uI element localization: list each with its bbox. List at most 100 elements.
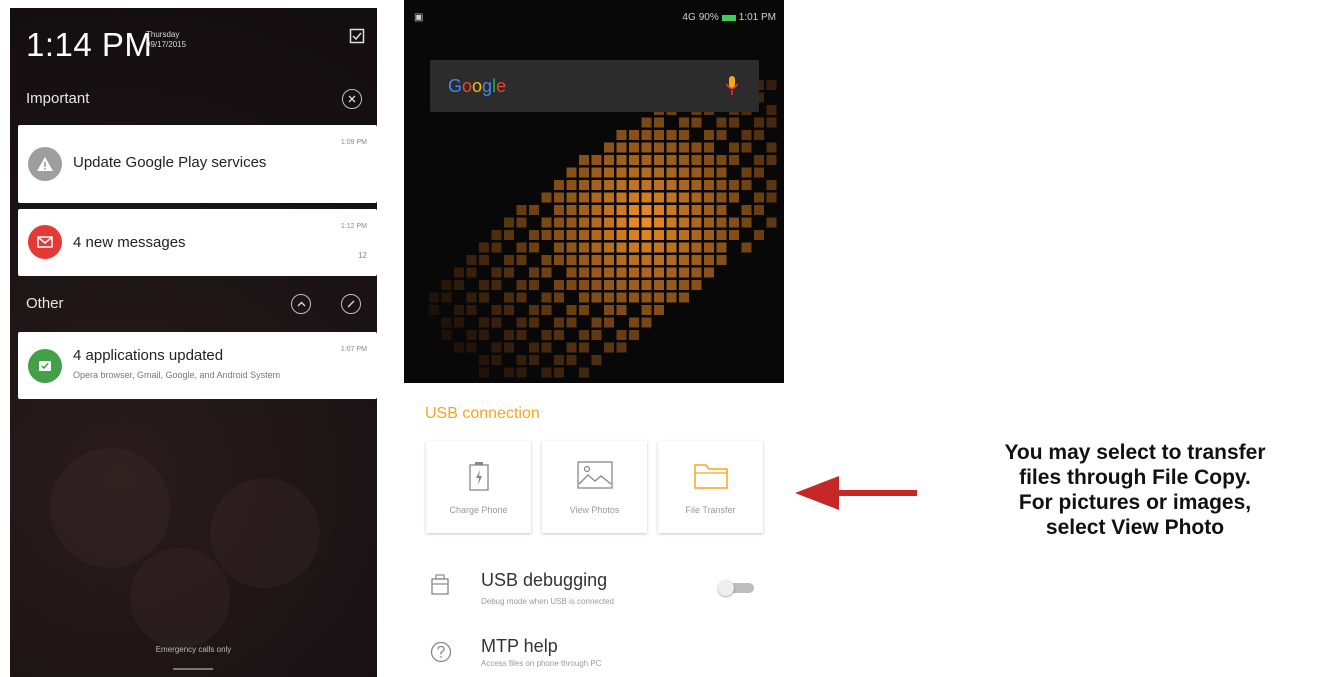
- wallpaper-tile: [666, 192, 677, 203]
- wallpaper-tile: [529, 355, 539, 365]
- wallpaper-tile: [629, 280, 639, 290]
- wallpaper-tile: [566, 355, 577, 365]
- wallpaper-tile: [491, 280, 502, 290]
- option-label: File Transfer: [685, 505, 736, 515]
- wallpaper-tile: [666, 180, 677, 190]
- wallpaper-tile: [541, 230, 552, 240]
- wallpaper-tile: [566, 342, 577, 353]
- wallpaper-tile: [616, 180, 627, 190]
- mic-icon[interactable]: [725, 75, 739, 97]
- wallpaper-tile: [666, 292, 677, 303]
- section-other: Other: [26, 295, 64, 312]
- wallpaper-tile: [604, 255, 614, 265]
- wallpaper-tile: [641, 255, 652, 265]
- wallpaper-tile: [679, 292, 689, 303]
- wallpaper-tile: [516, 242, 527, 253]
- help-icon: [430, 641, 452, 663]
- wallpaper-tile: [679, 230, 689, 240]
- wallpaper-tile: [729, 217, 739, 228]
- wallpaper-tile: [591, 317, 602, 328]
- instruction-callout: You may select to transfer files through…: [945, 440, 1325, 540]
- wallpaper-tile: [554, 180, 564, 190]
- wallpaper-tile: [616, 330, 627, 340]
- wallpaper-tile: [566, 192, 577, 203]
- notification-card-play-services[interactable]: Update Google Play services 1:09 PM: [18, 125, 377, 203]
- wallpaper-tile: [616, 342, 627, 353]
- collapse-other-button[interactable]: [291, 294, 311, 314]
- wallpaper-tile: [604, 230, 614, 240]
- wallpaper-tile: [691, 192, 702, 203]
- wallpaper-tile: [604, 205, 614, 215]
- wallpaper-tile: [516, 292, 527, 303]
- wallpaper-tile: [579, 230, 589, 240]
- wallpaper-tile: [604, 155, 614, 165]
- wallpaper-tile: [716, 242, 727, 253]
- wallpaper-tile: [491, 317, 502, 328]
- google-search-bar[interactable]: Google: [430, 60, 759, 112]
- notification-card-app-updates[interactable]: 4 applications updated 1:07 PM Opera bro…: [18, 332, 377, 399]
- wallpaper-tile: [604, 305, 614, 315]
- notification-time: 1:12 PM: [340, 223, 367, 230]
- mtp-help-title[interactable]: MTP help: [481, 636, 558, 657]
- wallpaper-tile: [516, 217, 527, 228]
- wallpaper-tile: [516, 255, 527, 265]
- wallpaper-tile: [654, 117, 664, 128]
- wallpaper-tile: [629, 155, 639, 165]
- wallpaper-tile: [641, 230, 652, 240]
- view-photos-option[interactable]: View Photos: [542, 441, 647, 533]
- wallpaper-tile: [641, 317, 652, 328]
- wallpaper-tile: [629, 242, 639, 253]
- wallpaper-tile: [641, 142, 652, 153]
- wallpaper-tile: [579, 280, 589, 290]
- edit-notifications-icon[interactable]: [349, 28, 365, 44]
- wallpaper-tile: [716, 180, 727, 190]
- wallpaper-tile: [541, 367, 552, 378]
- wallpaper-tile: [591, 292, 602, 303]
- wallpaper-tile: [554, 330, 564, 340]
- wallpaper-tile: [479, 255, 489, 265]
- wallpaper-tile: [654, 130, 664, 140]
- charge-phone-option[interactable]: Charge Phone: [426, 441, 531, 533]
- wallpaper-tile: [691, 217, 702, 228]
- wallpaper-tile: [479, 242, 489, 253]
- wallpaper-tile: [741, 167, 752, 178]
- wallpaper-tile: [516, 205, 527, 215]
- wallpaper-tile: [554, 367, 564, 378]
- wallpaper-tile: [641, 192, 652, 203]
- wallpaper-tile: [604, 280, 614, 290]
- signal-indicator: 4G: [682, 12, 696, 23]
- wallpaper-tile: [691, 180, 702, 190]
- wallpaper-tile: [691, 117, 702, 128]
- file-transfer-option[interactable]: File Transfer: [658, 441, 763, 533]
- wallpaper-tile: [654, 292, 664, 303]
- clear-important-button[interactable]: [342, 89, 362, 109]
- wallpaper-tile: [704, 242, 714, 253]
- wallpaper-tile: [616, 242, 627, 253]
- wallpaper-tile: [704, 155, 714, 165]
- wallpaper-tile: [654, 192, 664, 203]
- status-right: 4G 90% 1:01 PM: [682, 12, 776, 23]
- wallpaper-tile: [591, 242, 602, 253]
- usb-debugging-toggle[interactable]: [718, 580, 756, 596]
- wallpaper-tile: [641, 130, 652, 140]
- wallpaper-tile: [754, 192, 764, 203]
- folder-icon: [693, 464, 728, 489]
- wallpaper-tile: [691, 280, 702, 290]
- wallpaper-tile: [641, 305, 652, 315]
- wallpaper-tile: [479, 317, 489, 328]
- wallpaper-tile: [754, 155, 764, 165]
- wallpaper-tile: [641, 280, 652, 290]
- background-blob: [130, 548, 230, 648]
- clear-other-button[interactable]: [341, 294, 361, 314]
- wallpaper-tile: [579, 342, 589, 353]
- notification-detail: Opera browser, Gmail, Google, and Androi…: [73, 370, 281, 380]
- battery-percent: 90%: [698, 12, 719, 23]
- wallpaper-tile: [466, 292, 477, 303]
- wallpaper-tile: [679, 192, 689, 203]
- handle-bar[interactable]: [173, 668, 213, 670]
- wallpaper-tile: [479, 330, 489, 340]
- notification-card-messages[interactable]: 4 new messages 1:12 PM 12: [18, 209, 377, 276]
- wallpaper-tile: [654, 167, 664, 178]
- wallpaper-tile: [629, 205, 639, 215]
- wallpaper-tile: [616, 130, 627, 140]
